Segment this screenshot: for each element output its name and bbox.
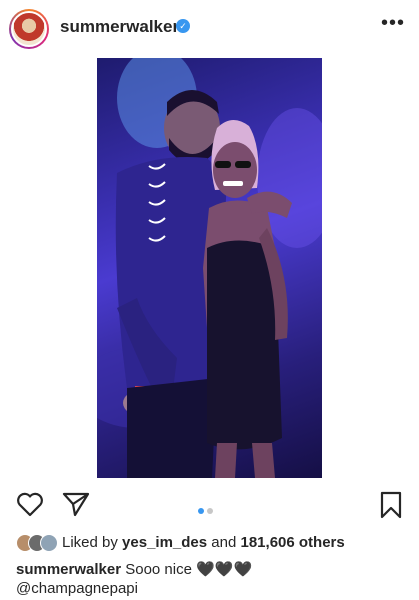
like-heart-icon[interactable] (16, 491, 44, 517)
carousel-dot-inactive (207, 508, 213, 514)
post-media (0, 58, 419, 478)
post-header: summerwalker ✓ ••• (0, 0, 419, 58)
carousel-dot-active (198, 508, 204, 514)
caption-username[interactable]: summerwalker (16, 561, 121, 578)
caption-text: Sooo nice (125, 561, 192, 578)
caption-mention[interactable]: @champagnepapi (16, 580, 138, 597)
likes-text: Liked by yes_im_des and 181,606 others (62, 534, 345, 551)
carousel-indicator (198, 501, 216, 519)
save-bookmark-icon[interactable] (379, 491, 403, 519)
likes-joiner: and (211, 534, 237, 551)
liker-username[interactable]: yes_im_des (122, 534, 207, 551)
likes-others-count[interactable]: 181,606 others (241, 534, 345, 551)
likes-prefix: Liked by (62, 534, 118, 551)
avatar-image (11, 11, 47, 47)
post-photo[interactable] (97, 58, 322, 478)
share-paper-plane-icon[interactable] (62, 491, 90, 517)
more-options-icon[interactable]: ••• (381, 12, 405, 35)
caption-emoji: 🖤🖤🖤 (196, 561, 253, 578)
photo-illustration (97, 58, 322, 478)
post-caption: summerwalker Sooo nice 🖤🖤🖤 (16, 560, 252, 578)
likes-summary[interactable]: Liked by yes_im_des and 181,606 others (16, 532, 416, 554)
post-username[interactable]: summerwalker (60, 17, 179, 37)
liker-avatar (40, 534, 58, 552)
profile-avatar[interactable] (9, 9, 49, 49)
verified-badge-icon: ✓ (176, 19, 190, 33)
